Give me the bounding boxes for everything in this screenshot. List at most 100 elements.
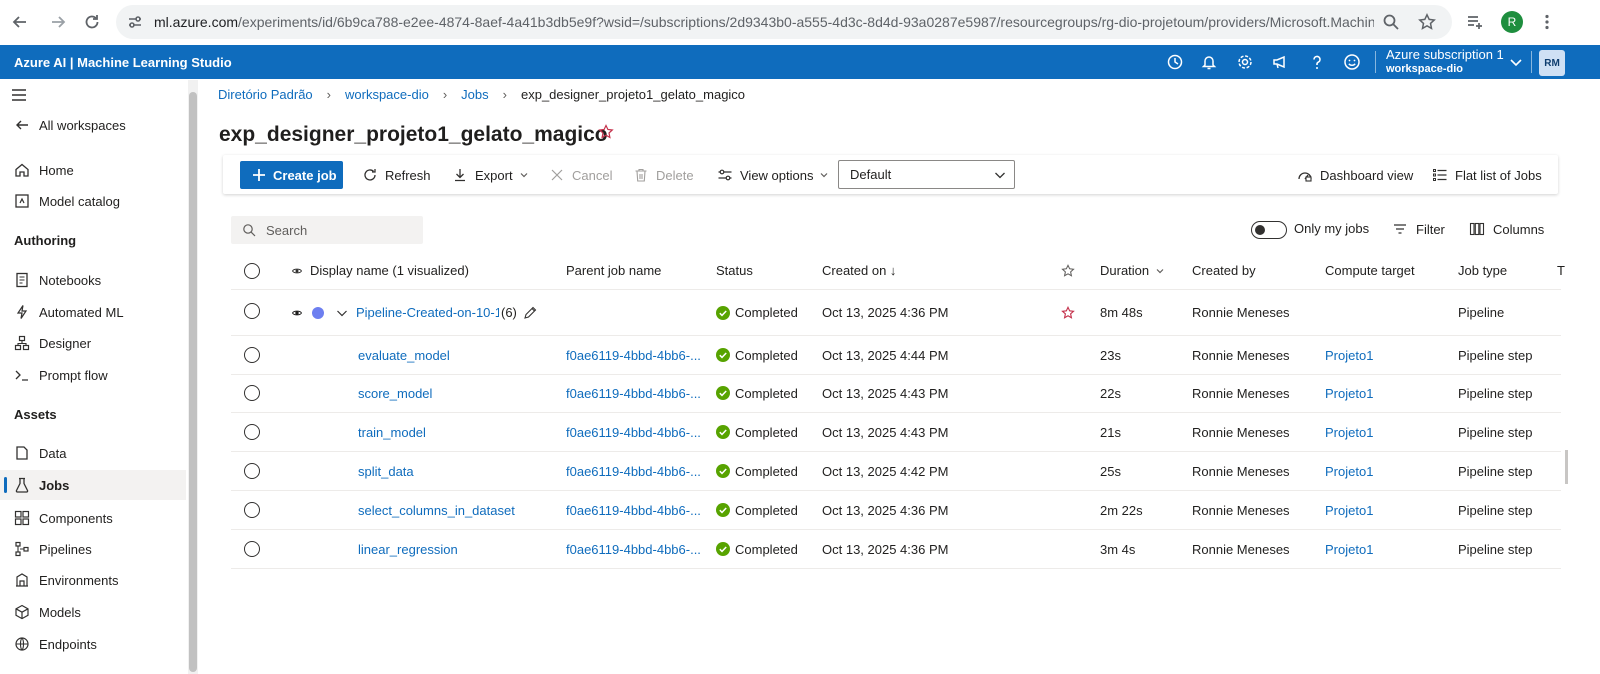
sidebar-scrollbar[interactable] xyxy=(188,80,198,674)
header-duration[interactable]: Duration xyxy=(1100,252,1165,289)
sidebar-item-automated-ml[interactable]: Automated ML xyxy=(0,297,186,327)
breadcrumb-directory[interactable]: Diretório Padrão xyxy=(218,87,313,102)
sidebar-item-jobs[interactable]: Jobs xyxy=(0,470,186,500)
compute-target-link[interactable]: Projeto1 xyxy=(1325,452,1373,490)
table-row[interactable]: evaluate_model f0ae6119-4bbd-4bb6-... Comp… xyxy=(231,336,1561,375)
select-all-radio[interactable] xyxy=(244,263,260,279)
chevron-down-icon[interactable] xyxy=(1507,53,1525,71)
table-row[interactable]: linear_regression f0ae6119-4bbd-4bb6-... C… xyxy=(231,530,1561,569)
view-options-button[interactable]: View options xyxy=(717,162,829,188)
sidebar-item-components[interactable]: Components xyxy=(0,503,186,533)
sidebar-item-endpoints[interactable]: Endpoints xyxy=(0,629,186,659)
row-select-radio[interactable] xyxy=(244,385,260,401)
header-created-on[interactable]: Created on ↓ xyxy=(822,252,896,289)
compute-target-link[interactable]: Projeto1 xyxy=(1325,491,1373,529)
table-row-parent[interactable]: Pipeline-Created-on-10-13 (6) Completed … xyxy=(231,290,1561,336)
parent-job-link[interactable]: f0ae6119-4bbd-4bb6-... xyxy=(566,530,701,568)
parent-job-link[interactable]: f0ae6119-4bbd-4bb6-... xyxy=(566,336,701,374)
parent-job-link[interactable]: f0ae6119-4bbd-4bb6-... xyxy=(566,374,701,412)
user-avatar[interactable]: RM xyxy=(1539,50,1565,76)
announcements-megaphone-icon[interactable] xyxy=(1271,53,1289,71)
search-box[interactable] xyxy=(231,216,423,244)
compute-target-link[interactable]: Projeto1 xyxy=(1325,336,1373,374)
cancel-button[interactable]: Cancel xyxy=(549,162,612,188)
feedback-smiley-icon[interactable] xyxy=(1343,53,1361,71)
row-select-radio[interactable] xyxy=(244,502,260,518)
row-select-radio[interactable] xyxy=(244,303,260,319)
zoom-search-icon[interactable] xyxy=(1382,13,1400,31)
recent-clock-icon[interactable] xyxy=(1166,53,1184,71)
app-title[interactable]: Azure AI | Machine Learning Studio xyxy=(14,55,232,70)
job-name-link[interactable]: linear_regression xyxy=(358,530,458,568)
create-job-button[interactable]: Create job xyxy=(240,161,343,189)
breadcrumb-jobs[interactable]: Jobs xyxy=(461,87,488,102)
flat-list-button[interactable]: Flat list of Jobs xyxy=(1432,162,1542,188)
row-select-radio[interactable] xyxy=(244,463,260,479)
header-created-by[interactable]: Created by xyxy=(1192,252,1256,289)
refresh-button[interactable]: Refresh xyxy=(362,162,431,188)
table-row[interactable]: select_columns_in_dataset f0ae6119-4bbd-4… xyxy=(231,491,1561,530)
sidebar-item-model-catalog[interactable]: Model catalog xyxy=(0,186,186,216)
columns-button[interactable]: Columns xyxy=(1469,221,1544,237)
header-next-column[interactable]: T xyxy=(1557,252,1565,289)
parent-job-link[interactable]: f0ae6119-4bbd-4bb6-... xyxy=(566,413,701,451)
job-name-link[interactable]: score_model xyxy=(358,374,432,412)
delete-button[interactable]: Delete xyxy=(633,162,694,188)
expand-chevron-down-icon[interactable] xyxy=(336,307,348,319)
sidebar-item-prompt-flow[interactable]: Prompt flow xyxy=(0,360,186,390)
back-arrow-icon[interactable] xyxy=(6,8,34,36)
row-select-radio[interactable] xyxy=(244,347,260,363)
parent-job-link[interactable]: f0ae6119-4bbd-4bb6-... xyxy=(566,491,701,529)
sidebar-item-pipelines[interactable]: Pipelines xyxy=(0,534,186,564)
filter-button[interactable]: Filter xyxy=(1392,221,1445,237)
job-name-link[interactable]: select_columns_in_dataset xyxy=(358,491,515,529)
table-row[interactable]: train_model f0ae6119-4bbd-4bb6-... Complet… xyxy=(231,413,1561,452)
parent-job-link[interactable]: f0ae6119-4bbd-4bb6-... xyxy=(566,452,701,490)
sidebar-scrollbar-thumb[interactable] xyxy=(189,92,197,672)
export-button[interactable]: Export xyxy=(452,162,529,188)
profile-avatar[interactable]: R xyxy=(1501,11,1523,33)
edit-pencil-icon[interactable] xyxy=(523,306,537,320)
job-name-link[interactable]: evaluate_model xyxy=(358,336,450,374)
all-workspaces-link[interactable]: All workspaces xyxy=(0,110,186,140)
site-settings-icon[interactable] xyxy=(126,13,144,31)
row-select-radio[interactable] xyxy=(244,424,260,440)
search-input[interactable] xyxy=(266,222,416,238)
help-question-icon[interactable] xyxy=(1308,53,1326,71)
sidebar-item-data[interactable]: Data xyxy=(0,438,186,468)
job-name-link[interactable]: train_model xyxy=(358,413,426,451)
favorite-star-icon[interactable] xyxy=(1061,290,1075,335)
settings-gear-icon[interactable] xyxy=(1236,53,1254,71)
only-my-jobs-toggle[interactable] xyxy=(1251,221,1287,239)
notifications-bell-icon[interactable] xyxy=(1200,53,1218,71)
view-select-dropdown[interactable]: Default xyxy=(838,160,1015,189)
favorite-star-icon[interactable] xyxy=(598,124,614,140)
page-scrollbar-thumb[interactable] xyxy=(1565,450,1568,484)
sidebar-item-home[interactable]: Home xyxy=(0,155,186,185)
header-display-name[interactable]: Display name (1 visualized) xyxy=(292,252,469,289)
row-select-radio[interactable] xyxy=(244,541,260,557)
address-bar[interactable]: ml.azure.com/experiments/id/6b9ca788-e2e… xyxy=(116,5,1452,39)
hamburger-menu-icon[interactable] xyxy=(11,87,27,103)
header-favorite-star-icon[interactable] xyxy=(1061,252,1077,289)
compute-target-link[interactable]: Projeto1 xyxy=(1325,413,1373,451)
sidebar-item-notebooks[interactable]: Notebooks xyxy=(0,265,186,295)
reading-list-icon[interactable] xyxy=(1466,13,1484,31)
header-compute-target[interactable]: Compute target xyxy=(1325,252,1415,289)
more-menu-icon[interactable] xyxy=(1538,13,1556,31)
sidebar-item-models[interactable]: Models xyxy=(0,597,186,627)
compute-target-link[interactable]: Projeto1 xyxy=(1325,530,1373,568)
header-status[interactable]: Status xyxy=(716,252,753,289)
header-parent-job[interactable]: Parent job name xyxy=(566,252,661,289)
subscription-switcher[interactable]: Azure subscription 1 workspace-dio xyxy=(1386,48,1504,76)
dashboard-view-button[interactable]: Dashboard view xyxy=(1297,162,1413,188)
sidebar-item-environments[interactable]: Environments xyxy=(0,565,186,595)
parent-job-link[interactable]: Pipeline-Created-on-10-13 xyxy=(356,305,499,320)
table-row[interactable]: split_data f0ae6119-4bbd-4bb6-... Complete… xyxy=(231,452,1561,491)
table-row[interactable]: score_model f0ae6119-4bbd-4bb6-... Complet… xyxy=(231,374,1561,413)
visualized-eye-icon[interactable] xyxy=(292,308,302,318)
reload-icon[interactable] xyxy=(78,8,106,36)
sidebar-item-designer[interactable]: Designer xyxy=(0,328,186,358)
forward-arrow-icon[interactable] xyxy=(44,8,72,36)
breadcrumb-workspace[interactable]: workspace-dio xyxy=(345,87,429,102)
